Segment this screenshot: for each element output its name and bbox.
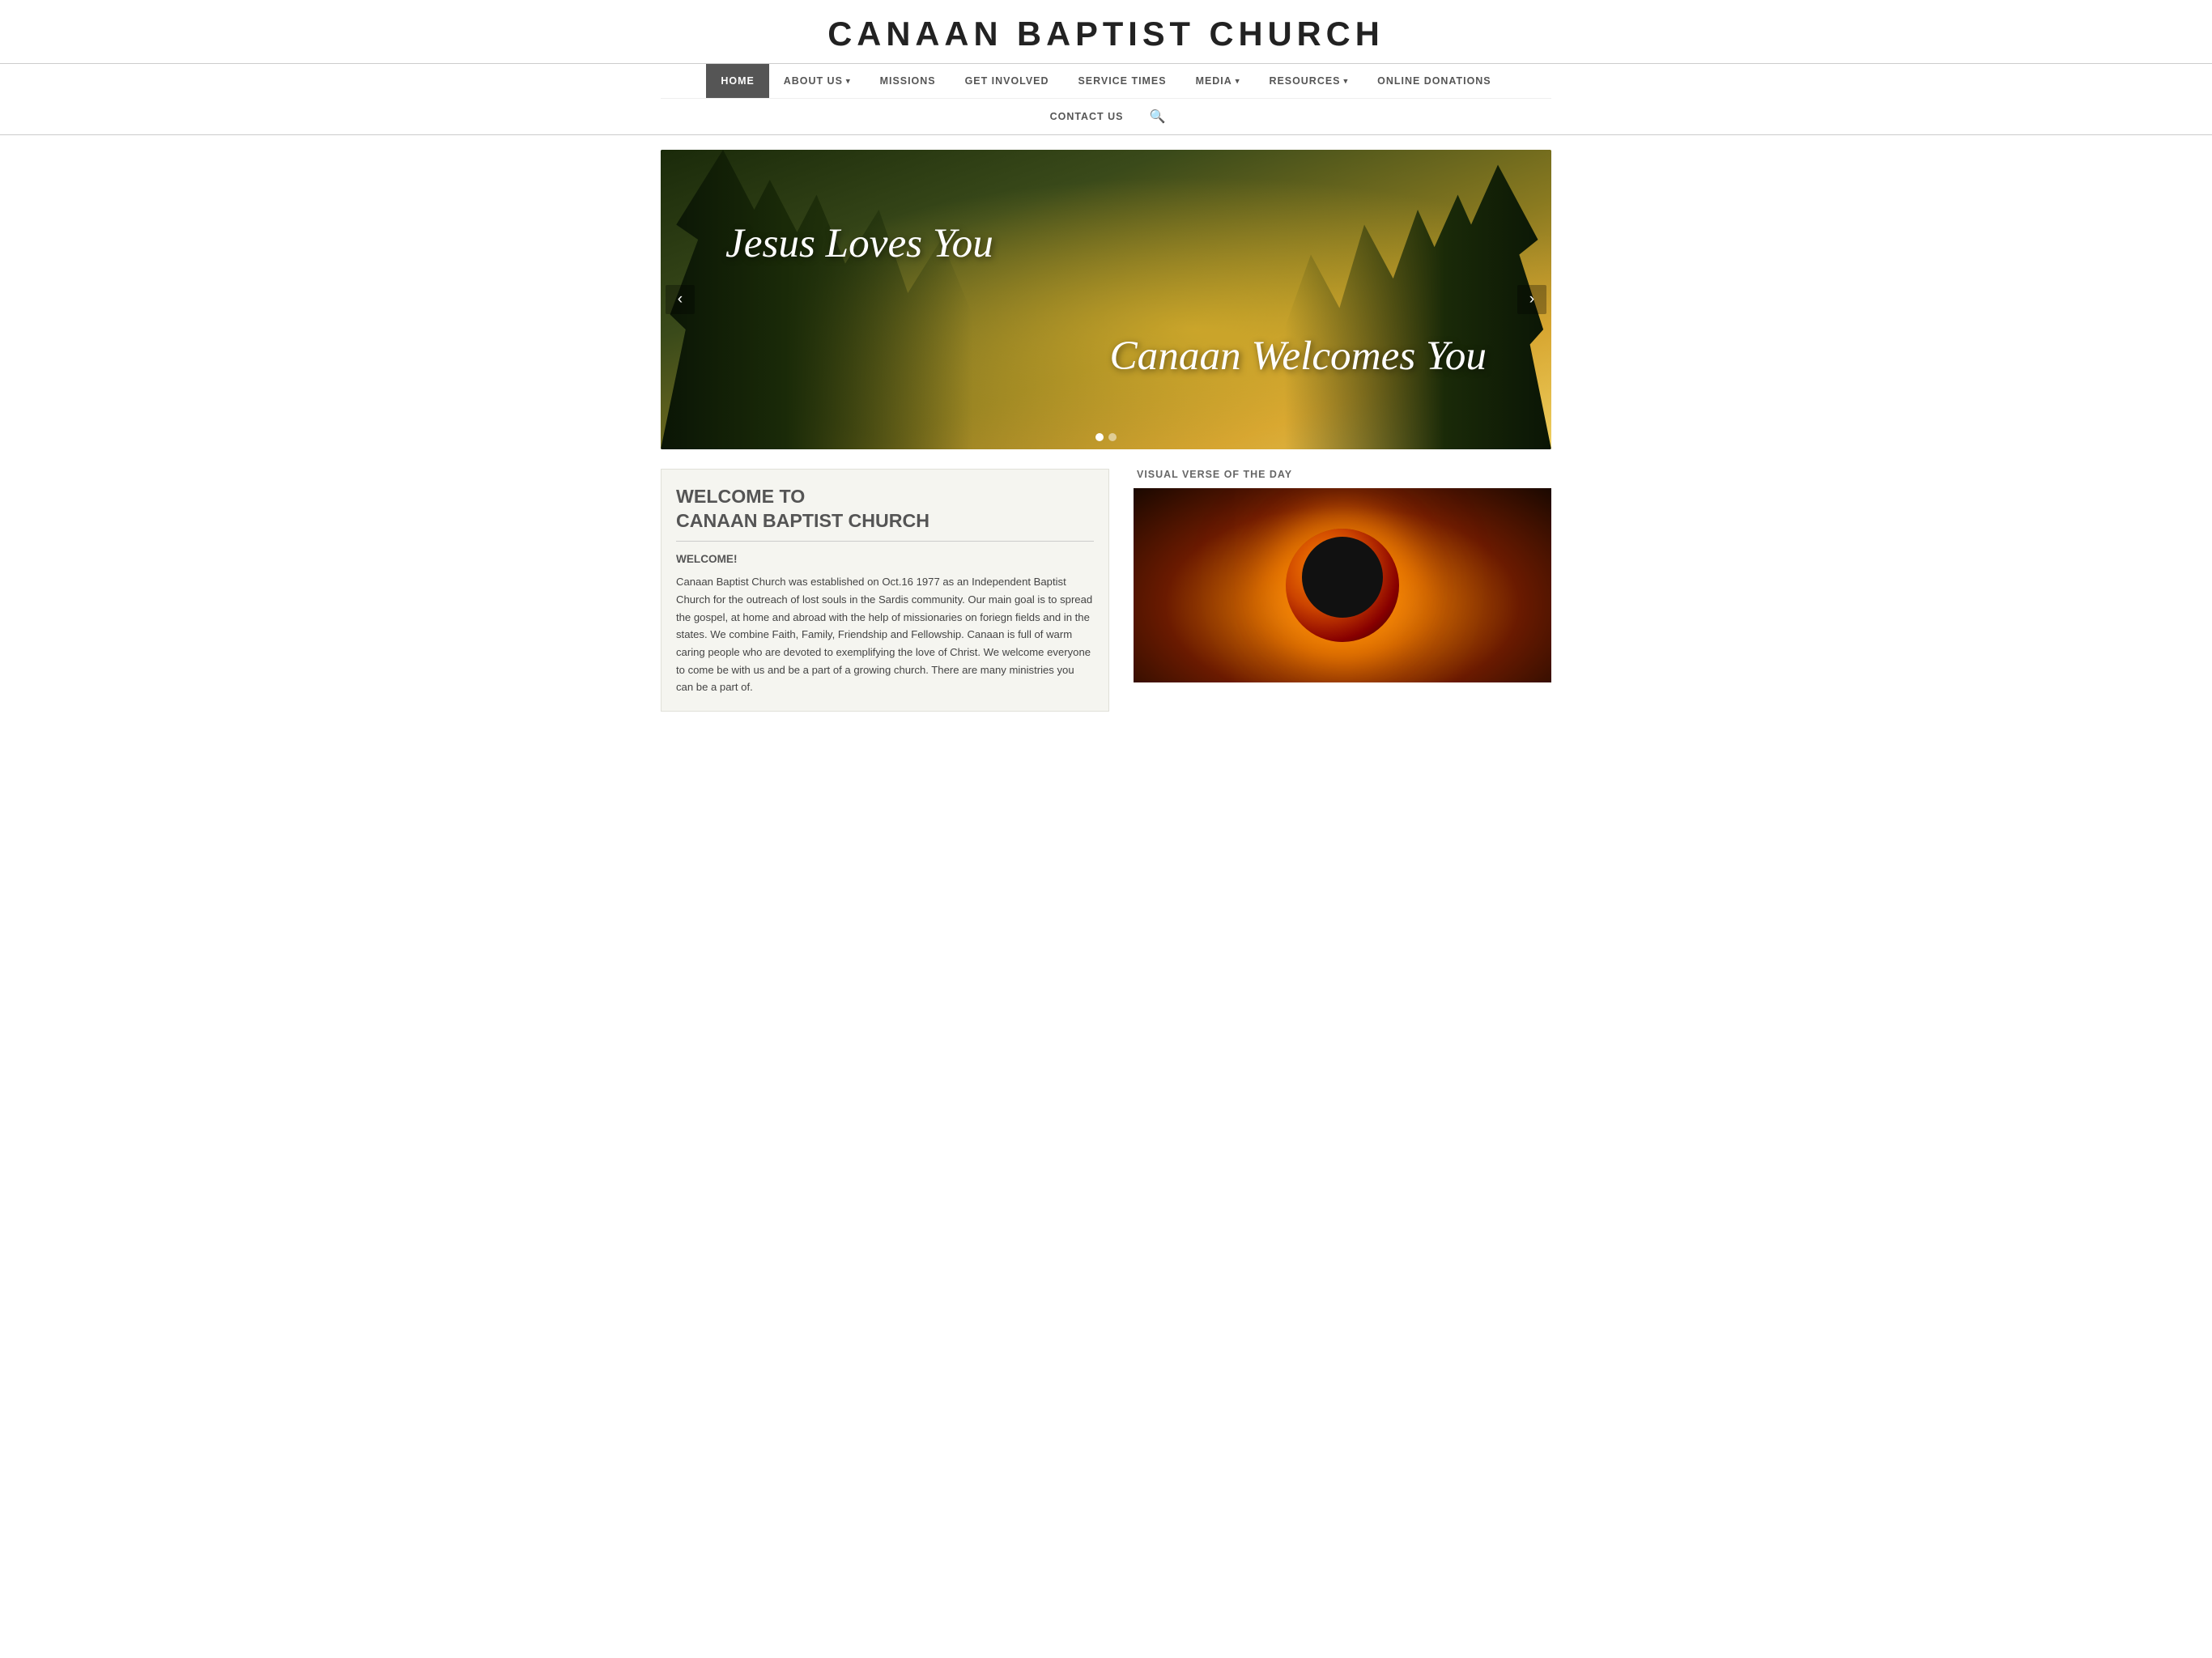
visual-verse-section: VISUAL VERSE OF THE DAY	[1134, 469, 1551, 712]
nav-row-1: HOMEABOUT US ▾MISSIONSGET INVOLVEDSERVIC…	[661, 64, 1551, 98]
welcome-body: Canaan Baptist Church was established on…	[676, 573, 1094, 696]
nav-item-service-times[interactable]: SERVICE TIMES	[1063, 64, 1180, 98]
site-title: CANAAN BAPTIST CHURCH	[0, 15, 2212, 53]
nav-item-resources[interactable]: RESOURCES ▾	[1254, 64, 1363, 98]
welcome-section: WELCOME TO CANAAN BAPTIST CHURCH WELCOME…	[661, 469, 1109, 712]
nav-item-get-involved[interactable]: GET INVOLVED	[951, 64, 1064, 98]
resources-caret-icon: ▾	[1343, 77, 1348, 86]
nav-item-home[interactable]: HOME	[706, 64, 768, 98]
site-header: CANAAN BAPTIST CHURCH	[0, 0, 2212, 63]
hero-line1: Jesus Loves You	[725, 219, 1487, 267]
media-caret-icon: ▾	[1236, 77, 1240, 86]
nav-inner: HOMEABOUT US ▾MISSIONSGET INVOLVEDSERVIC…	[661, 64, 1551, 134]
slider-dot-1[interactable]	[1095, 433, 1104, 441]
visual-verse-image	[1134, 488, 1551, 682]
hero-line2: Canaan Welcomes You	[725, 332, 1487, 380]
hero-text: Jesus Loves You Canaan Welcomes You	[661, 219, 1551, 380]
eclipse-inner	[1302, 537, 1383, 618]
nav-item-about-us[interactable]: ABOUT US ▾	[769, 64, 866, 98]
eclipse-visual	[1286, 529, 1399, 642]
nav-row-2: CONTACT US🔍	[661, 98, 1551, 134]
visual-verse-title: VISUAL VERSE OF THE DAY	[1134, 469, 1551, 480]
welcome-title-line2: CANAAN BAPTIST CHURCH	[676, 510, 929, 531]
slider-dots	[1095, 433, 1117, 441]
slider-prev-button[interactable]: ‹	[666, 285, 695, 314]
welcome-subtitle: WELCOME!	[676, 553, 1094, 565]
nav-item-online-donations[interactable]: ONLINE DONATIONS	[1363, 64, 1505, 98]
welcome-title: WELCOME TO CANAAN BAPTIST CHURCH	[676, 484, 1094, 542]
main-nav: HOMEABOUT US ▾MISSIONSGET INVOLVEDSERVIC…	[0, 63, 2212, 135]
nav-item-contact-us[interactable]: CONTACT US	[1036, 100, 1138, 134]
search-icon[interactable]: 🔍	[1138, 99, 1176, 134]
main-content: WELCOME TO CANAAN BAPTIST CHURCH WELCOME…	[661, 469, 1551, 736]
welcome-title-line1: WELCOME TO	[676, 486, 805, 507]
about-us-caret-icon: ▾	[846, 77, 851, 86]
slider-next-button[interactable]: ›	[1517, 285, 1546, 314]
hero-slider: ‹ Jesus Loves You Canaan Welcomes You ›	[661, 150, 1551, 449]
nav-item-media[interactable]: MEDIA ▾	[1181, 64, 1255, 98]
nav-item-missions[interactable]: MISSIONS	[866, 64, 951, 98]
slider-dot-2[interactable]	[1108, 433, 1117, 441]
